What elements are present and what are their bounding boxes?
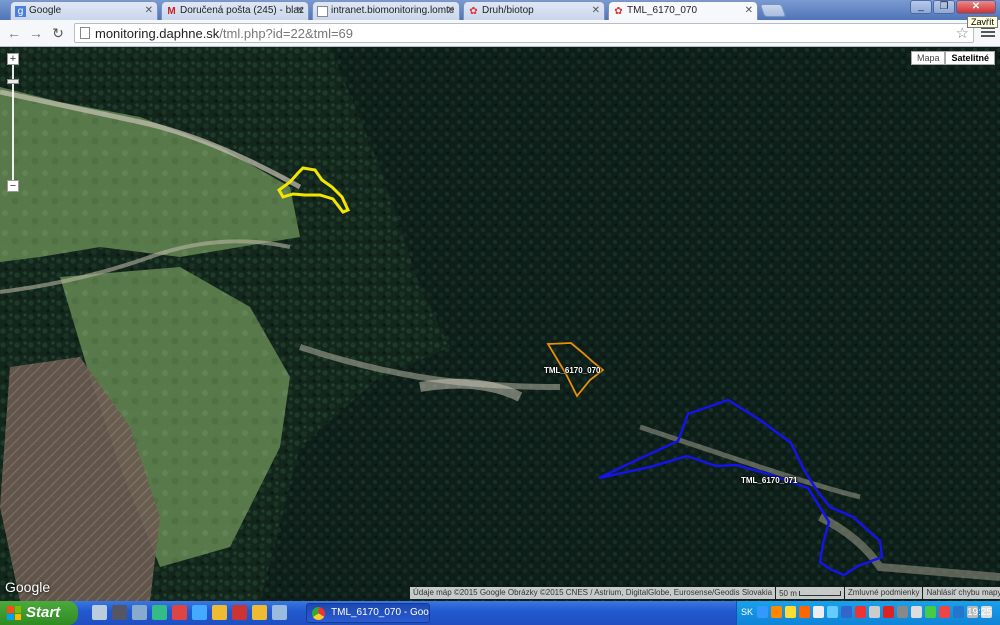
- satellite-map[interactable]: TML_6170_070 TML_6170_071 + − Mapa Satel…: [0, 47, 1000, 601]
- flower-icon: ✿: [614, 6, 623, 17]
- polygon-label-070: TML_6170_070: [544, 366, 601, 375]
- tab-label: intranet.biomonitoring.lomte: [331, 5, 455, 16]
- gmail-icon: M: [167, 6, 176, 17]
- taskbar-window-button[interactable]: TML_6170_070 - Goo...: [306, 603, 430, 623]
- quick-launch: [92, 605, 287, 620]
- tray-icon[interactable]: [939, 606, 950, 618]
- close-icon[interactable]: ✕: [592, 5, 600, 16]
- clock[interactable]: 19:25: [967, 607, 992, 618]
- close-window-button[interactable]: ✕: [956, 0, 996, 14]
- maximize-button[interactable]: ❐: [933, 0, 955, 14]
- chrome-icon[interactable]: [252, 605, 267, 620]
- polygon-label-071: TML_6170_071: [741, 476, 798, 485]
- page-icon: [317, 6, 328, 17]
- scale-control: 50 m: [776, 587, 844, 599]
- report-error-link[interactable]: Nahlásiť chybu mapy: [923, 587, 1000, 599]
- browser-toolbar: ← → ↻ monitoring.daphne.sk/tml.php?id=22…: [0, 20, 1000, 47]
- tray-icon[interactable]: [855, 606, 866, 618]
- close-icon[interactable]: ✕: [447, 5, 455, 16]
- yellow-polygon[interactable]: [277, 166, 351, 214]
- zoom-control: + −: [7, 53, 19, 192]
- new-tab-button[interactable]: [759, 4, 787, 17]
- tray-icon[interactable]: [911, 606, 922, 618]
- close-icon[interactable]: ✕: [745, 5, 753, 16]
- map-type-map-button[interactable]: Mapa: [910, 51, 946, 65]
- app-icon[interactable]: [172, 605, 187, 620]
- show-desktop-icon[interactable]: [92, 605, 107, 620]
- google-icon: g: [15, 6, 26, 17]
- tab-label: TML_6170_070: [627, 5, 698, 16]
- ie-icon[interactable]: [192, 605, 207, 620]
- map-attribution: Údaje máp ©2015 Google Obrázky ©2015 CNE…: [410, 587, 776, 599]
- close-icon[interactable]: ✕: [145, 5, 153, 16]
- tab-tml-6170-070[interactable]: ✿ TML_6170_070 ✕: [608, 1, 758, 20]
- app-icon[interactable]: [272, 605, 287, 620]
- minimize-button[interactable]: _: [910, 0, 932, 14]
- tab-google[interactable]: g Google ✕: [10, 1, 158, 20]
- tab-label: Druh/biotop: [482, 5, 534, 16]
- window-controls: _ ❐ ✕: [910, 0, 996, 16]
- bluetooth-icon[interactable]: [953, 606, 964, 618]
- terminal-icon[interactable]: [112, 605, 127, 620]
- flower-icon: ✿: [469, 6, 478, 17]
- tray-icon[interactable]: [799, 606, 810, 618]
- close-tooltip: Zavřít: [966, 16, 998, 28]
- taskbar: Start TML_6170_070 - Goo... SK 19:25: [0, 601, 1000, 625]
- tab-label: Doručená pošta (245) - blaz: [180, 5, 304, 16]
- url-text: monitoring.daphne.sk/tml.php?id=22&tml=6…: [95, 26, 354, 41]
- tray-icon[interactable]: [757, 606, 768, 618]
- start-button[interactable]: Start: [0, 601, 78, 625]
- scale-bar: [798, 590, 841, 596]
- tray-icon[interactable]: [925, 606, 936, 618]
- tray-icon[interactable]: [827, 606, 838, 618]
- google-logo[interactable]: Google: [5, 579, 50, 595]
- tray-icons: [757, 606, 992, 618]
- tab-druh-biotop[interactable]: ✿ Druh/biotop ✕: [463, 1, 605, 20]
- zoom-slider-track[interactable]: [7, 65, 19, 180]
- windows-logo-icon: [7, 606, 21, 620]
- chrome-icon[interactable]: [212, 605, 227, 620]
- taskbar-window-label: TML_6170_070 - Goo...: [331, 607, 430, 618]
- chrome-icon: [312, 607, 325, 620]
- opera-icon[interactable]: [232, 605, 247, 620]
- language-indicator[interactable]: SK: [741, 607, 753, 617]
- zoom-in-button[interactable]: +: [7, 53, 19, 65]
- reload-button[interactable]: ↻: [50, 25, 66, 41]
- tab-label: Google: [29, 5, 62, 16]
- forward-button[interactable]: →: [28, 25, 44, 41]
- app-icon[interactable]: [152, 605, 167, 620]
- blue-polygon[interactable]: [598, 398, 884, 577]
- start-label: Start: [26, 604, 61, 621]
- back-button[interactable]: ←: [6, 25, 22, 41]
- system-tray: SK 19:25: [736, 601, 1000, 625]
- address-bar[interactable]: monitoring.daphne.sk/tml.php?id=22&tml=6…: [74, 23, 974, 43]
- page-icon: [80, 27, 90, 39]
- tray-icon[interactable]: [841, 606, 852, 618]
- tab-gmail[interactable]: M Doručená pošta (245) - blaz ✕: [161, 1, 309, 20]
- map-type-control: Mapa Satelitné: [910, 51, 995, 65]
- tray-icon[interactable]: [883, 606, 894, 618]
- tray-icon[interactable]: [813, 606, 824, 618]
- terms-link[interactable]: Zmluvné podmienky: [844, 587, 923, 599]
- habitat-polygons: [277, 166, 884, 577]
- zoom-out-button[interactable]: −: [7, 180, 19, 192]
- tray-icon[interactable]: [771, 606, 782, 618]
- tray-icon[interactable]: [785, 606, 796, 618]
- map-type-satellite-button[interactable]: Satelitné: [945, 51, 995, 65]
- window-icon[interactable]: [132, 605, 147, 620]
- tray-icon[interactable]: [897, 606, 908, 618]
- zoom-slider-thumb[interactable]: [7, 79, 19, 84]
- map-attribution-bar: Údaje máp ©2015 Google Obrázky ©2015 CNE…: [410, 587, 1000, 599]
- tab-strip: g Google ✕ M Doručená pošta (245) - blaz…: [0, 0, 1000, 28]
- tab-intranet[interactable]: intranet.biomonitoring.lomte ✕: [312, 1, 460, 20]
- close-icon[interactable]: ✕: [296, 5, 304, 16]
- tray-icon[interactable]: [869, 606, 880, 618]
